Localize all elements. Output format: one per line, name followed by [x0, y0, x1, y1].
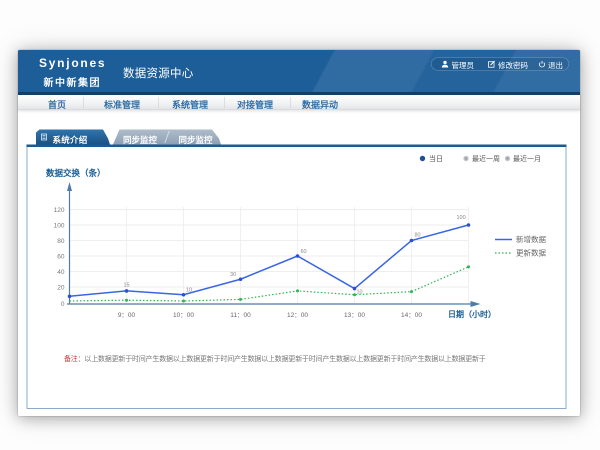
svg-text:80: 80 — [57, 238, 65, 245]
svg-text:10: 10 — [186, 288, 192, 294]
svg-text:15: 15 — [123, 283, 129, 289]
svg-text:10: 10 — [357, 290, 363, 296]
svg-text:100: 100 — [457, 215, 466, 221]
svg-text:30: 30 — [230, 272, 236, 278]
svg-text:更新数据: 更新数据 — [516, 248, 546, 258]
svg-text:最近一周: 最近一周 — [472, 154, 500, 163]
svg-text:60: 60 — [57, 254, 65, 261]
svg-text:13：00: 13：00 — [344, 312, 365, 319]
svg-text:11：00: 11：00 — [230, 312, 251, 319]
svg-text:120: 120 — [54, 207, 65, 214]
svg-text:日期（小时）: 日期（小时） — [448, 309, 496, 319]
svg-text:20: 20 — [57, 285, 65, 292]
svg-text:最近一月: 最近一月 — [513, 154, 541, 163]
svg-text:12：00: 12：00 — [287, 312, 308, 319]
svg-text:14：00: 14：00 — [401, 312, 422, 319]
svg-text:40: 40 — [57, 269, 65, 276]
svg-text:10：00: 10：00 — [173, 312, 194, 319]
svg-text:60: 60 — [301, 249, 307, 255]
svg-text:0: 0 — [61, 301, 65, 308]
svg-text:当日: 当日 — [429, 154, 443, 163]
svg-text:数据交换（条）: 数据交换（条） — [46, 168, 106, 178]
svg-text:9：00: 9：00 — [118, 312, 136, 319]
svg-text:新增数据: 新增数据 — [516, 234, 546, 244]
svg-text:80: 80 — [415, 233, 421, 239]
svg-text:100: 100 — [54, 223, 65, 230]
